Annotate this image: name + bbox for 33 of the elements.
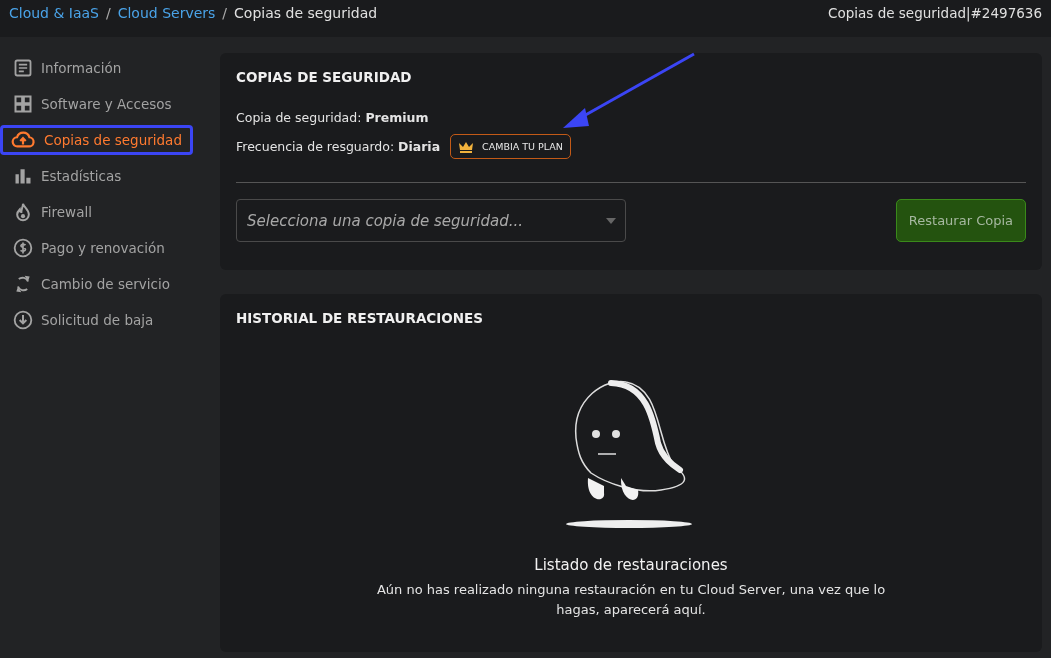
- empty-state-title: Listado de restauraciones: [534, 556, 728, 574]
- sidebar-item[interactable]: Firewall: [0, 197, 103, 227]
- sidebar-item[interactable]: Copias de seguridad: [0, 125, 193, 155]
- caret-icon: [606, 218, 616, 224]
- flame-icon: [13, 202, 33, 222]
- backup-select-field[interactable]: Selecciona una copia de seguridad...: [236, 199, 626, 242]
- backup-frequency-text: Frecuencia de resguardo: Diaria: [236, 139, 441, 154]
- sidebar-item[interactable]: Cambio de servicio: [0, 269, 181, 299]
- document-icon: [13, 58, 33, 78]
- download-icon: [13, 310, 33, 330]
- breadcrumb-link[interactable]: Cloud & IaaS: [9, 4, 99, 21]
- sidebar-item[interactable]: Pago y renovación: [0, 233, 176, 263]
- breadcrumb-separator: /: [222, 4, 228, 21]
- sidebar-item[interactable]: Software y Accesos: [0, 89, 183, 119]
- breadcrumb-current: Copias de seguridad: [234, 4, 378, 21]
- page-title: Copias de seguridad|#2497636: [828, 4, 1042, 21]
- panel-title: COPIAS DE SEGURIDAD: [236, 69, 413, 85]
- change-plan-button[interactable]: CAMBIA TU PLAN: [450, 134, 571, 159]
- refresh-icon: [13, 274, 33, 294]
- cloud-upload-icon: [10, 129, 36, 151]
- empty-state-text: Aún no has realizado ninguna restauración en tu Cloud Server, una vez que lo hagas, aparecerá aquí.: [375, 581, 887, 619]
- grid-icon: [13, 94, 33, 114]
- dollar-icon: [13, 238, 33, 258]
- sidebar-item[interactable]: Estadísticas: [0, 161, 133, 191]
- sidebar-item[interactable]: Información: [0, 53, 133, 83]
- backup-type-text: Copia de seguridad: Premium: [236, 110, 430, 125]
- restore-button[interactable]: Restaurar Copia: [895, 199, 1026, 242]
- breadcrumb-link[interactable]: Cloud Servers: [117, 4, 216, 21]
- panel-title: HISTORIAL DE RESTAURACIONES: [236, 310, 483, 326]
- breadcrumb-separator: /: [106, 4, 111, 21]
- crown-icon: [458, 140, 475, 153]
- sidebar-item[interactable]: Solicitud de baja: [0, 305, 165, 335]
- bar-chart-icon: [13, 166, 33, 186]
